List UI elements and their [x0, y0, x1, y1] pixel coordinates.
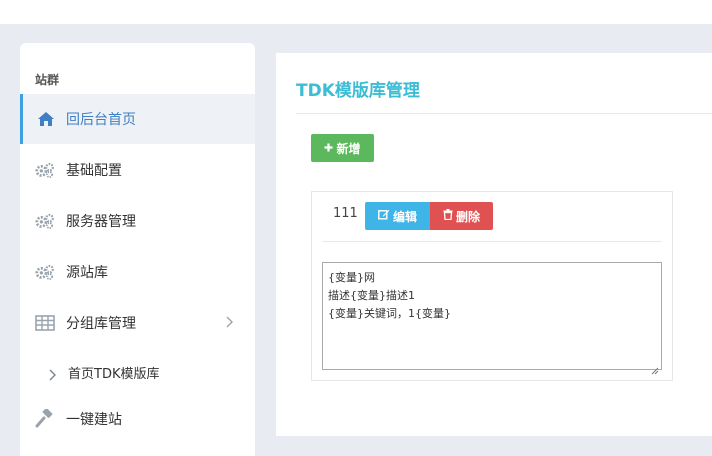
main-panel: TDK模版库管理 新增 111 {变量}网 描述{变量}描述1 {变量}关键词，…: [276, 53, 712, 436]
plus-icon: [324, 141, 333, 155]
sidebar-item-label: 一键建站: [66, 412, 122, 428]
card-divider: [322, 241, 662, 242]
sidebar-item-server-management[interactable]: 服务器管理: [20, 196, 255, 246]
sidebar-item-label: 源站库: [66, 265, 108, 281]
table-icon: [35, 313, 55, 333]
edit-icon: [378, 209, 390, 223]
sidebar-item-source-sites[interactable]: 源站库: [20, 247, 255, 297]
delete-button-label: 删除: [455, 209, 480, 224]
sidebar-item-one-click-build[interactable]: 一键建站: [20, 394, 255, 444]
sidebar-item-label: 首页TDK模版库: [68, 366, 160, 382]
add-button[interactable]: 新增: [311, 134, 374, 162]
sidebar-section-title: 站群: [35, 73, 60, 87]
sidebar-item-label: 回后台首页: [66, 112, 136, 128]
home-icon: [36, 109, 56, 129]
chevron-right-icon: [223, 316, 235, 328]
gears-icon: [35, 262, 55, 282]
gears-icon: [35, 160, 55, 180]
gavel-icon: [35, 409, 55, 429]
title-divider: [296, 113, 712, 114]
template-id: 111: [333, 206, 358, 221]
top-bar: [0, 0, 712, 24]
page-title: TDK模版库管理: [296, 81, 420, 101]
trash-icon: [443, 209, 453, 223]
edit-button[interactable]: 编辑: [365, 202, 430, 230]
chevron-right-icon: [48, 366, 58, 381]
sidebar-subitem-homepage-tdk[interactable]: 首页TDK模版库: [20, 347, 255, 397]
edit-button-label: 编辑: [392, 209, 417, 224]
sidebar: 站群 回后台首页 基础配置 服务器管理 源站库 分组库管理 首页TDK模版库 一…: [20, 43, 255, 456]
sidebar-item-label: 基础配置: [66, 163, 122, 179]
sidebar-item-basic-config[interactable]: 基础配置: [20, 145, 255, 195]
gears-icon: [35, 211, 55, 231]
sidebar-item-label: 分组库管理: [66, 316, 136, 332]
add-button-label: 新增: [336, 141, 361, 156]
sidebar-item-home[interactable]: 回后台首页: [20, 94, 255, 144]
sidebar-item-label: 服务器管理: [66, 214, 136, 230]
template-content-textarea[interactable]: {变量}网 描述{变量}描述1 {变量}关键词，1{变量}: [322, 262, 662, 370]
sidebar-item-group-management[interactable]: 分组库管理: [20, 298, 255, 348]
delete-button[interactable]: 删除: [430, 202, 493, 230]
